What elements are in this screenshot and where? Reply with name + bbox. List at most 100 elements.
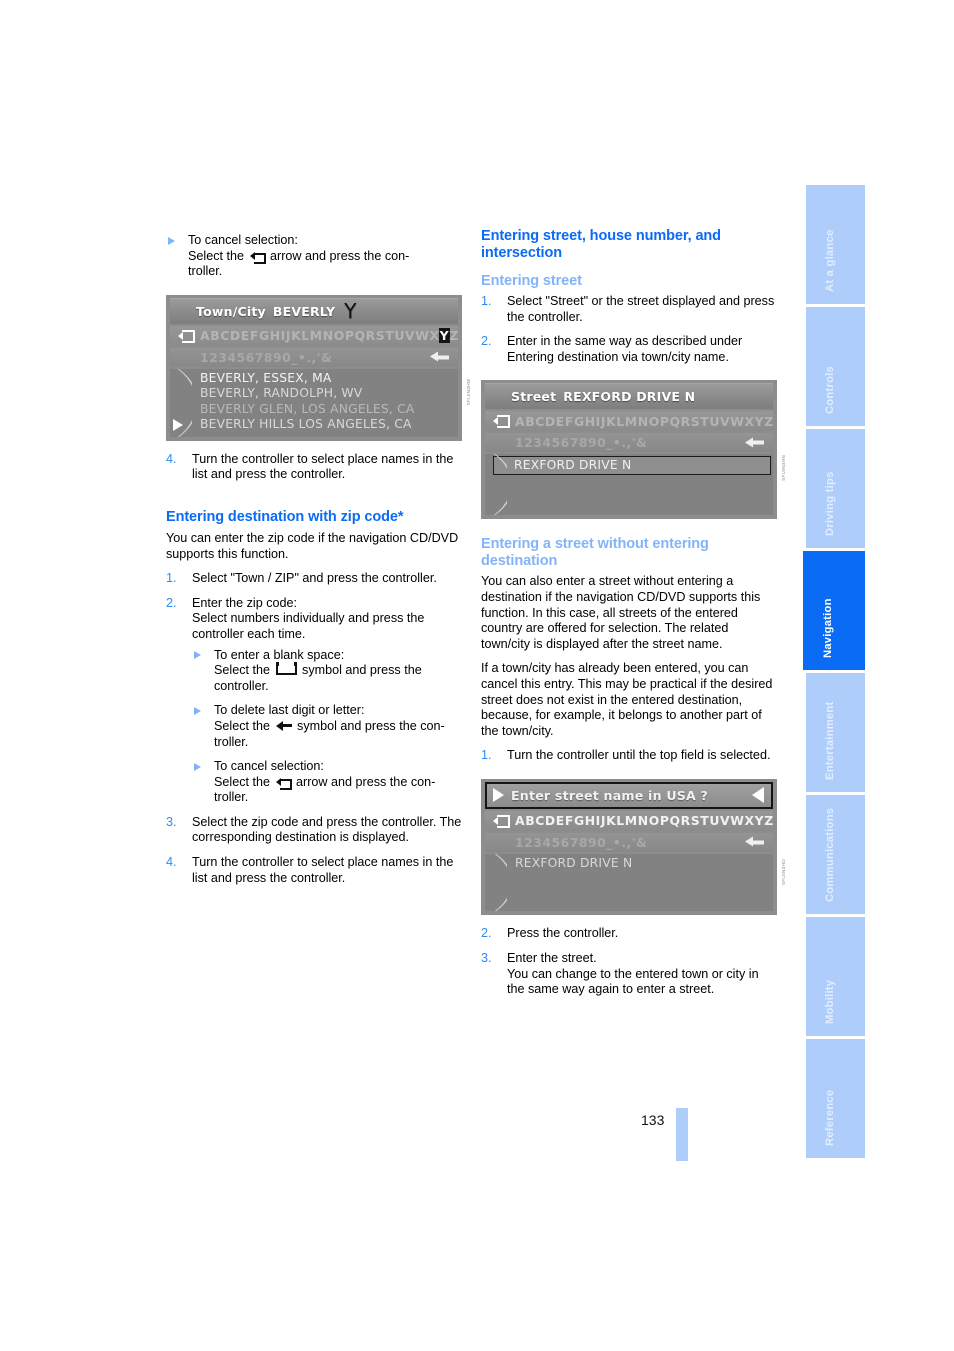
tab-label: Mobility xyxy=(823,979,836,1024)
prompt-text: Enter street name in USA ? xyxy=(511,787,709,803)
zip-intro-paragraph: You can enter the zip code if the naviga… xyxy=(166,530,459,561)
list-item[interactable]: BEVERLY HILLS LOS ANGELES, CA xyxy=(170,417,458,433)
tab-controls[interactable]: Controls xyxy=(806,307,865,426)
bullet-line-2-after: arrow and press the con- xyxy=(270,248,410,263)
number-characters[interactable]: 1234567890_•.,'& xyxy=(515,435,647,450)
towncity-value: BEVERLY xyxy=(272,303,336,319)
substep-line-1: To delete last digit or letter: xyxy=(214,703,365,718)
nodest-step-list-before: 1. Turn the controller until the top fie… xyxy=(481,748,777,764)
list-item[interactable]: BEVERLY GLEN, LOS ANGELES, CA xyxy=(170,402,458,418)
tab-entertainment[interactable]: Entertainment xyxy=(806,673,865,792)
step-number: 2. xyxy=(481,334,492,349)
figure-code: SFL5N3HN xyxy=(781,455,786,482)
street-number-row[interactable]: 1234567890_•.,'& xyxy=(485,433,773,453)
scroll-arc xyxy=(485,854,507,912)
scroll-down-icon[interactable] xyxy=(173,418,183,431)
list-item: To cancel selection: Select the arrow an… xyxy=(192,759,462,806)
substep-before: Select the xyxy=(214,774,271,789)
step-text: Enter in the same way as described under… xyxy=(507,334,743,364)
zip-section-heading: Entering destination with zip code* xyxy=(166,508,404,525)
bullet-line-1: To cancel selection: xyxy=(188,233,298,247)
space-bar-icon xyxy=(275,662,297,676)
list-item: 1. Select "Town / ZIP" and press the con… xyxy=(166,571,462,587)
number-characters[interactable]: 1234567890_•.,'& xyxy=(200,350,332,365)
step-number: 4. xyxy=(166,451,177,466)
towncity-label: Town/City xyxy=(196,303,266,319)
scroll-rail[interactable] xyxy=(170,369,192,437)
right-text-column: Entering street, house number, and inter… xyxy=(481,228,786,1007)
street-section-heading: Entering street, house number, and inter… xyxy=(481,228,721,261)
list-item: 2. Press the controller. xyxy=(481,926,777,942)
back-hook-icon[interactable] xyxy=(178,329,195,343)
nodest-paragraph-1: You can also enter a street without ente… xyxy=(481,574,761,651)
tab-label: Navigation xyxy=(822,598,834,658)
list-item-selected[interactable]: REXFORD DRIVE N xyxy=(493,456,771,476)
step-number: 3. xyxy=(166,814,177,829)
list-item[interactable]: BEVERLY, ESSEX, MA xyxy=(170,371,458,387)
alphabet-letters[interactable]: ABCDEFGHIJKLMNOPQRSTUVWX xyxy=(200,328,440,343)
list-item: 2. Enter in the same way as described un… xyxy=(481,334,777,365)
list-item[interactable]: REXFORD DRIVE N xyxy=(485,856,773,872)
towncity-number-row[interactable]: 1234567890_•.,'& xyxy=(170,347,458,367)
street-alphabet-row[interactable]: ABCDEFGHIJKLMNOPQRSTUVWXYZ xyxy=(485,411,774,432)
street-title-row: Street REXFORD DRIVE N xyxy=(485,383,773,410)
bullet-line-2-before: Select the xyxy=(188,248,245,263)
tab-mobility[interactable]: Mobility xyxy=(806,917,865,1036)
step-text: Turn the controller until the top field … xyxy=(507,748,771,763)
street-result-list[interactable]: REXFORD DRIVE N xyxy=(485,454,773,516)
alphabet-tail[interactable]: Z xyxy=(449,328,459,343)
triangle-bullet-icon xyxy=(194,651,201,660)
list-item: To delete last digit or letter: Select t… xyxy=(192,703,462,750)
alphabet-letters[interactable]: ABCDEFGHIJKLMNOPQRSTUVWXYZ xyxy=(515,813,774,828)
bullet-line-3: troller. xyxy=(188,264,223,279)
step-text: Turn the controller to select place name… xyxy=(192,451,454,482)
substep-line-3: troller. xyxy=(214,790,249,805)
list-item: To cancel selection: Select the arrow an… xyxy=(166,233,462,280)
backspace-arrow-icon[interactable] xyxy=(745,437,764,448)
back-hook-icon[interactable] xyxy=(493,415,510,429)
step-number: 3. xyxy=(481,951,492,965)
tab-communications[interactable]: Communications xyxy=(806,795,865,914)
towncity-alphabet-row[interactable]: ABCDEFGHIJKLMNOPQRSTUVWX Y Z xyxy=(170,325,459,346)
towncity-result-list[interactable]: BEVERLY, ESSEX, MA BEVERLY, RANDOLPH, WV… xyxy=(170,368,458,437)
backspace-arrow-icon[interactable] xyxy=(745,836,764,848)
alphabet-letters[interactable]: ABCDEFGHIJKLMNOPQRSTUVWXYZ xyxy=(515,414,774,429)
number-characters[interactable]: 1234567890_•.,'& xyxy=(515,835,647,850)
enter-street-prompt-row[interactable]: Enter street name in USA ? xyxy=(485,781,773,809)
scroll-rail[interactable] xyxy=(485,454,507,515)
substep-after: symbol and press the con- xyxy=(297,718,445,733)
substep-line-3: troller. xyxy=(214,734,249,749)
back-hook-icon[interactable] xyxy=(493,814,510,828)
manual-page: To cancel selection: Select the arrow an… xyxy=(0,0,954,1351)
zip-substep-list: To enter a blank space: Select the symbo… xyxy=(192,648,462,806)
list-item: 1. Select "Street" or the street display… xyxy=(481,294,777,325)
tab-reference[interactable]: Reference xyxy=(806,1039,865,1158)
folio-accent-bar xyxy=(676,1108,688,1161)
cancel-arrow-icon xyxy=(249,251,266,264)
towncity-current-char: Y xyxy=(344,299,357,324)
towncity-title-row: Town/City BEVERLY Y xyxy=(170,297,458,324)
scroll-rail[interactable] xyxy=(485,854,507,912)
step-text: Select "Town / ZIP" and press the contro… xyxy=(192,571,437,586)
entering-street-step-list: 1. Select "Street" or the street display… xyxy=(481,294,777,365)
substep-before: Select the xyxy=(214,663,271,678)
list-item[interactable]: BEVERLY, RANDOLPH, WV xyxy=(170,386,458,402)
tab-driving-tips[interactable]: Driving tips xyxy=(806,429,865,548)
enter-street-number-row[interactable]: 1234567890_•.,'& xyxy=(485,832,773,852)
substep-line-1: To enter a blank space: xyxy=(214,647,345,662)
enter-street-result-list[interactable]: REXFORD DRIVE N xyxy=(485,853,773,912)
street-value: REXFORD DRIVE N xyxy=(563,389,696,405)
step-text: Press the controller. xyxy=(507,926,619,941)
step-number: 1. xyxy=(481,294,492,308)
tab-label: Controls xyxy=(823,366,836,414)
left-text-column: To cancel selection: Select the arrow an… xyxy=(166,228,471,895)
tab-navigation[interactable]: Navigation xyxy=(803,551,865,670)
step-text: Select the zip code and press the contro… xyxy=(192,814,462,845)
list-item: 1. Turn the controller until the top fie… xyxy=(481,748,777,764)
backspace-arrow-icon[interactable] xyxy=(430,351,449,363)
figure-street-screen: Street REXFORD DRIVE N ABCDEFGHIJKLMNOPQ… xyxy=(481,380,786,520)
triangle-bullet-icon xyxy=(194,706,201,715)
enter-street-alphabet-row[interactable]: ABCDEFGHIJKLMNOPQRSTUVWXYZ xyxy=(485,810,774,831)
tab-at-a-glance[interactable]: At a glance xyxy=(806,185,865,304)
step-number: 1. xyxy=(481,748,492,763)
